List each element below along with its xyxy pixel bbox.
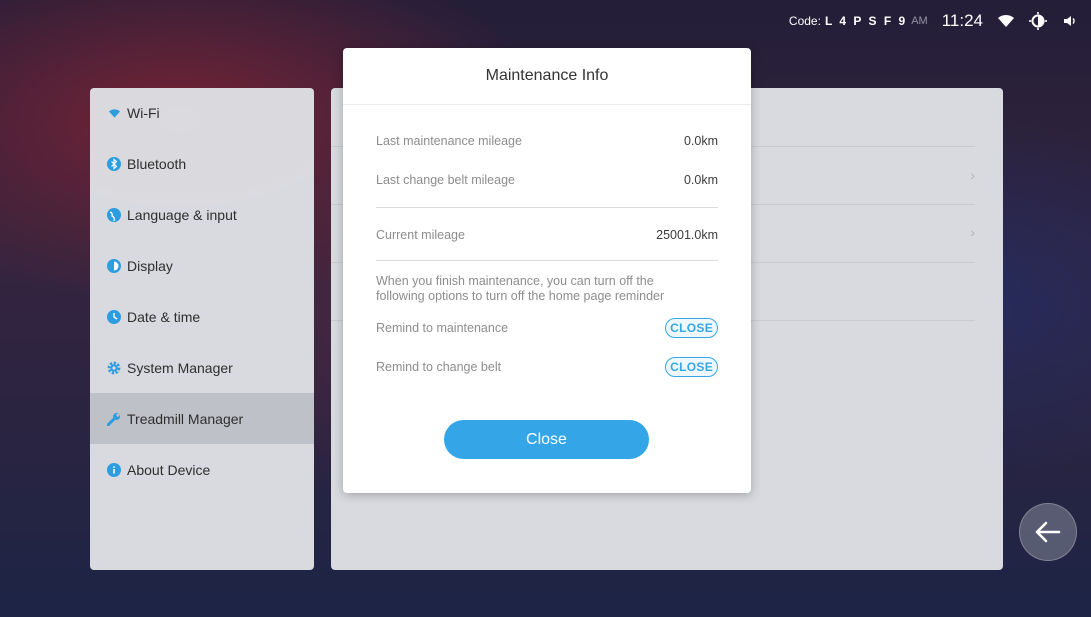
settings-sidebar: Wi-Fi Bluetooth Language & input Display… — [90, 88, 314, 570]
dialog-title: Maintenance Info — [343, 48, 751, 105]
note-line-2: following options to turn off the home p… — [376, 289, 665, 303]
sidebar-item-date-time[interactable]: Date & time — [90, 291, 314, 342]
wrench-icon — [107, 412, 121, 426]
note-line-1: When you finish maintenance, you can tur… — [376, 274, 654, 288]
sidebar-item-system-manager[interactable]: System Manager — [90, 342, 314, 393]
remind-belt-toggle[interactable]: CLOSE — [665, 357, 718, 377]
volume-icon — [1061, 12, 1079, 30]
last-maintenance-row: Last maintenance mileage 0.0km — [376, 134, 718, 148]
current-mileage-value: 25001.0km — [656, 228, 718, 242]
close-button[interactable]: Close — [444, 420, 649, 459]
sidebar-item-label: Display — [127, 257, 173, 274]
last-belt-value: 0.0km — [683, 173, 718, 187]
divider — [376, 207, 718, 208]
last-belt-row: Last change belt mileage 0.0km — [376, 173, 718, 187]
divider — [376, 260, 718, 261]
sidebar-item-treadmill-manager[interactable]: Treadmill Manager — [90, 393, 314, 444]
sidebar-item-label: About Device — [127, 461, 211, 478]
brightness-icon — [1029, 12, 1047, 30]
sidebar-item-display[interactable]: Display — [90, 240, 314, 291]
last-belt-label: Last change belt mileage — [376, 173, 515, 187]
remind-belt-row: Remind to change belt CLOSE — [376, 357, 718, 377]
sidebar-item-language[interactable]: Language & input — [90, 189, 314, 240]
maintenance-note: When you finish maintenance, you can tur… — [376, 274, 731, 304]
clock: 11:24 — [941, 11, 983, 30]
last-maintenance-label: Last maintenance mileage — [376, 134, 522, 148]
sidebar-item-about-device[interactable]: About Device — [90, 444, 314, 495]
gear-icon — [107, 361, 121, 375]
chevron-right-icon[interactable]: › — [970, 224, 975, 240]
sidebar-item-wifi[interactable]: Wi-Fi — [90, 88, 314, 138]
globe-icon — [107, 207, 121, 222]
sidebar-item-label: Date & time — [127, 308, 201, 325]
sidebar-item-label: Bluetooth — [127, 155, 187, 172]
sidebar-item-label: Wi-Fi — [127, 105, 160, 121]
remind-maintenance-toggle[interactable]: CLOSE — [665, 318, 718, 338]
device-code: Code: L 4 P S F 9 AM — [789, 14, 928, 28]
current-mileage-row: Current mileage 25001.0km — [376, 228, 718, 242]
status-bar: Code: L 4 P S F 9 AM 11:24 — [789, 6, 1079, 36]
back-button[interactable] — [1019, 503, 1077, 561]
am-pm: AM — [911, 15, 928, 27]
wifi-icon — [107, 106, 121, 120]
remind-belt-label: Remind to change belt — [376, 360, 502, 374]
info-icon — [107, 462, 121, 477]
last-maintenance-value: 0.0km — [683, 134, 718, 148]
chevron-right-icon[interactable]: › — [970, 167, 975, 183]
wifi-icon — [997, 12, 1015, 30]
remind-maintenance-label: Remind to maintenance — [376, 321, 509, 335]
sidebar-item-label: Treadmill Manager — [127, 410, 244, 427]
bluetooth-icon — [107, 156, 121, 171]
maintenance-info-dialog: Maintenance Info Last maintenance mileag… — [343, 48, 751, 493]
sidebar-item-bluetooth[interactable]: Bluetooth — [90, 138, 314, 189]
code-value: L 4 P S F 9 — [824, 14, 908, 28]
clock-icon — [107, 309, 121, 324]
sidebar-item-label: System Manager — [127, 359, 233, 376]
remind-maintenance-row: Remind to maintenance CLOSE — [376, 318, 718, 338]
current-mileage-label: Current mileage — [376, 228, 465, 242]
code-label: Code: — [788, 14, 821, 28]
arrow-left-icon — [1035, 521, 1061, 543]
display-icon — [107, 258, 121, 273]
sidebar-item-label: Language & input — [127, 206, 237, 223]
